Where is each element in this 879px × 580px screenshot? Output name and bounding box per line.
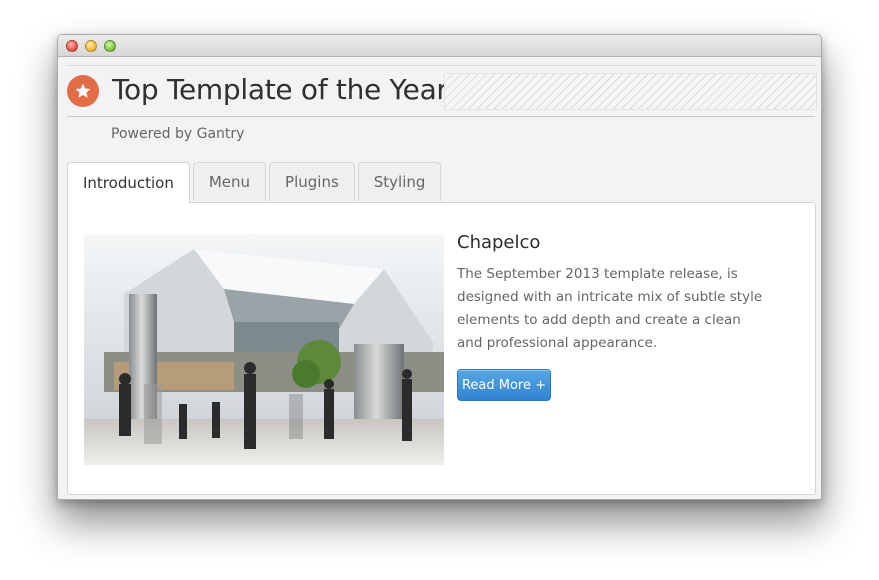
tab-plugins[interactable]: Plugins xyxy=(269,162,355,201)
site-tagline: Powered by Gantry xyxy=(111,126,245,142)
zoom-icon[interactable] xyxy=(104,40,116,52)
article-image xyxy=(84,234,444,465)
tab-styling[interactable]: Styling xyxy=(357,162,442,201)
close-icon[interactable] xyxy=(66,40,78,52)
header-divider-top xyxy=(67,65,815,66)
article-body: The September 2013 template release, is … xyxy=(457,266,763,351)
tab-menu[interactable]: Menu xyxy=(192,162,267,201)
tab-panel: Chapelco The September 2013 template rel… xyxy=(67,202,816,495)
article-title[interactable]: Chapelco xyxy=(457,232,540,253)
browser-window: Top Template of the Year Powered by Gant… xyxy=(57,34,822,500)
header-divider-bottom xyxy=(67,116,815,117)
read-more-button[interactable]: Read More + xyxy=(457,369,551,401)
star-icon[interactable] xyxy=(67,75,99,107)
site-title[interactable]: Top Template of the Year xyxy=(112,73,448,106)
tab-introduction[interactable]: Introduction xyxy=(67,162,190,203)
header-stripe-pattern xyxy=(444,73,817,110)
minimize-icon[interactable] xyxy=(85,40,97,52)
window-titlebar xyxy=(58,35,821,57)
tab-bar: Introduction Menu Plugins Styling xyxy=(67,162,444,203)
